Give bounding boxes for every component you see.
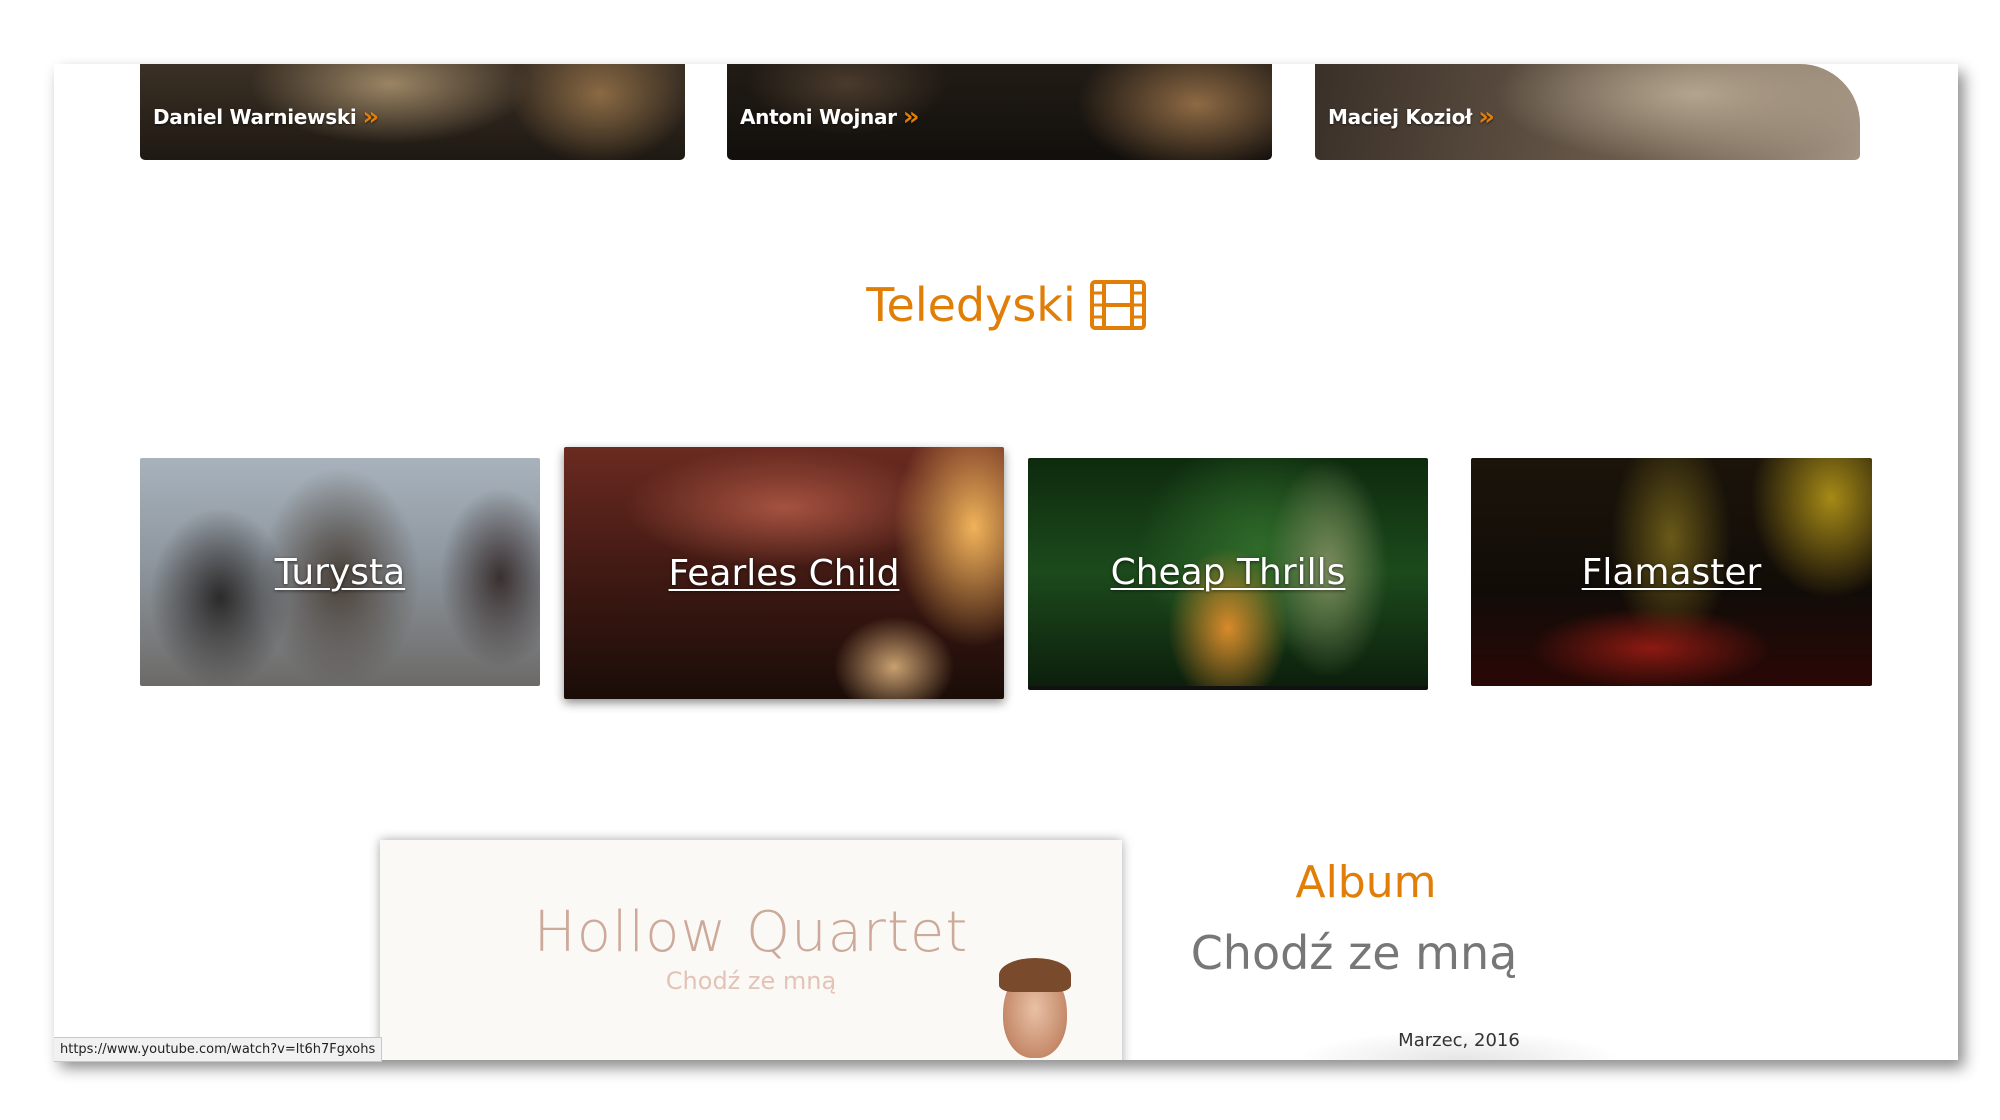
video-title[interactable]: Fearles Child (669, 553, 900, 594)
video-title[interactable]: Flamaster (1582, 552, 1762, 593)
band-member-photo (999, 958, 1071, 1058)
member-name: Daniel Warniewski (153, 105, 357, 129)
video-card-turysta[interactable]: Turysta (140, 458, 540, 686)
chevron-right-icon: » (362, 102, 379, 132)
member-name: Maciej Kozioł (1328, 105, 1473, 129)
member-card-maciej-koziol[interactable]: Maciej Kozioł » (1315, 64, 1860, 160)
video-title[interactable]: Turysta (275, 552, 405, 593)
chevron-right-icon: » (1478, 102, 1495, 132)
video-card-flamaster[interactable]: Flamaster (1471, 458, 1872, 686)
chevron-right-icon: » (902, 102, 920, 132)
member-caption[interactable]: Maciej Kozioł » (1328, 102, 1495, 132)
videos-heading: Teledyski (866, 278, 1076, 332)
video-card-cheap-thrills[interactable]: Cheap Thrills (1028, 458, 1428, 690)
member-caption[interactable]: Antoni Wojnar » (740, 102, 920, 132)
member-card-daniel-warniewski[interactable]: Daniel Warniewski » (140, 64, 685, 160)
album-release-date: Marzec, 2016 (1294, 1030, 1624, 1060)
cover-album-name: Chodź ze mną (665, 967, 837, 995)
film-icon (1089, 280, 1146, 330)
album-title: Chodź ze mną (1190, 926, 1518, 980)
album-cover[interactable]: Hollow Quartet Chodź ze mną (380, 840, 1122, 1060)
videos-section-title: Teledyski (54, 278, 1958, 332)
member-name: Antoni Wojnar (740, 105, 897, 129)
link-status-bar: https://www.youtube.com/watch?v=lt6h7Fgx… (54, 1037, 383, 1062)
video-title[interactable]: Cheap Thrills (1111, 552, 1346, 593)
cover-band-name: Hollow Quartet (533, 900, 969, 965)
video-card-fearles-child[interactable]: Fearles Child (564, 447, 1004, 699)
member-card-antoni-wojnar[interactable]: Antoni Wojnar » (727, 64, 1272, 160)
album-heading: Album (1295, 857, 1437, 908)
member-caption[interactable]: Daniel Warniewski » (153, 102, 379, 132)
page: Daniel Warniewski » Antoni Wojnar » Maci… (54, 64, 1958, 1060)
